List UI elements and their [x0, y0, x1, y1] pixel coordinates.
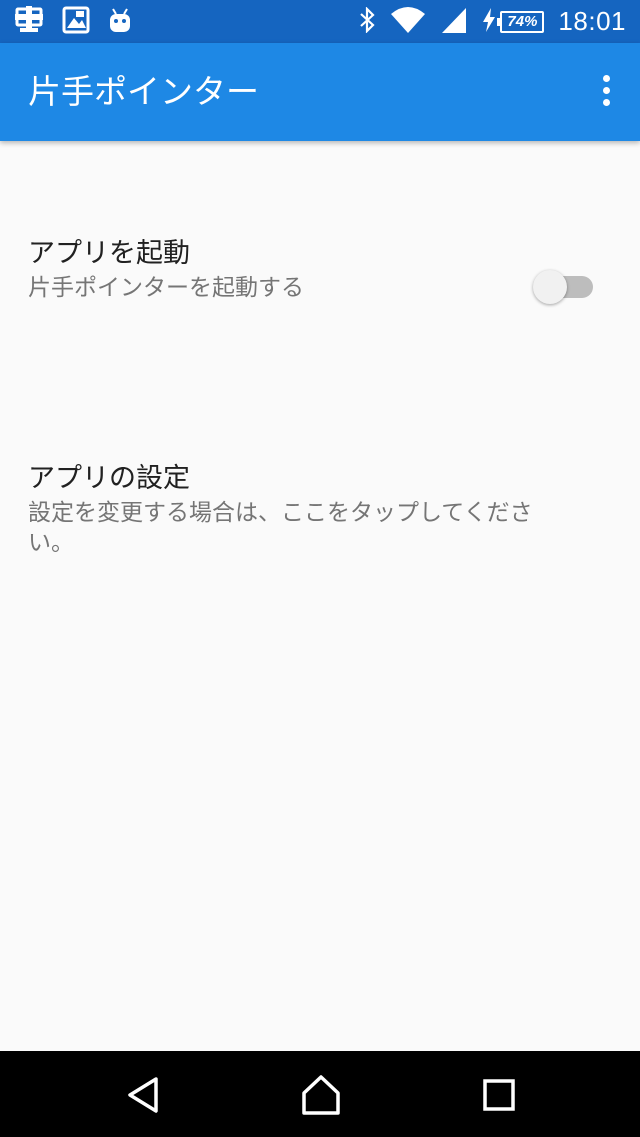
notification-icons: [14, 6, 132, 38]
cellular-signal-icon: [440, 6, 468, 38]
first-aid-notification-icon: [14, 6, 44, 38]
pref-settings-summary-line1: 設定を変更する場合は、ここをタップしてくださ: [28, 500, 533, 526]
pref-settings-title: アプリの設定: [28, 463, 190, 494]
pref-app-settings[interactable]: アプリの設定 設定を変更する場合は、ここをタップしてくださ い。: [28, 461, 608, 558]
app-bar: 片手ポインター: [0, 43, 640, 141]
pref-settings-summary-line2: い。: [28, 530, 74, 556]
status-bar: 74% 18:01: [0, 0, 640, 43]
clock: 18:01: [558, 6, 626, 36]
launch-app-toggle[interactable]: [533, 270, 593, 304]
bluetooth-icon: [358, 5, 376, 37]
battery-icon: 74%: [497, 10, 545, 33]
battery-percent: 74%: [507, 13, 538, 30]
pref-launch-app[interactable]: アプリを起動 片手ポインターを起動する: [28, 236, 608, 303]
pref-launch-summary: 片手ポインターを起動する: [28, 275, 304, 301]
app-title: 片手ポインター: [28, 72, 259, 111]
overflow-menu-icon[interactable]: [600, 75, 612, 109]
home-icon[interactable]: [296, 1073, 346, 1117]
pref-settings-summary: 設定を変更する場合は、ここをタップしてくださ い。: [28, 498, 608, 558]
pref-launch-title: アプリを起動: [28, 238, 190, 269]
back-icon[interactable]: [118, 1073, 168, 1117]
navigation-bar: [0, 1051, 640, 1137]
system-status-icons: 74% 18:01: [358, 0, 626, 43]
recents-icon[interactable]: [474, 1073, 524, 1117]
android-robot-icon: [108, 6, 132, 38]
toggle-thumb: [533, 270, 567, 304]
wifi-icon: [390, 6, 426, 38]
charging-bolt-icon: [482, 7, 496, 36]
image-notification-icon: [62, 6, 90, 38]
